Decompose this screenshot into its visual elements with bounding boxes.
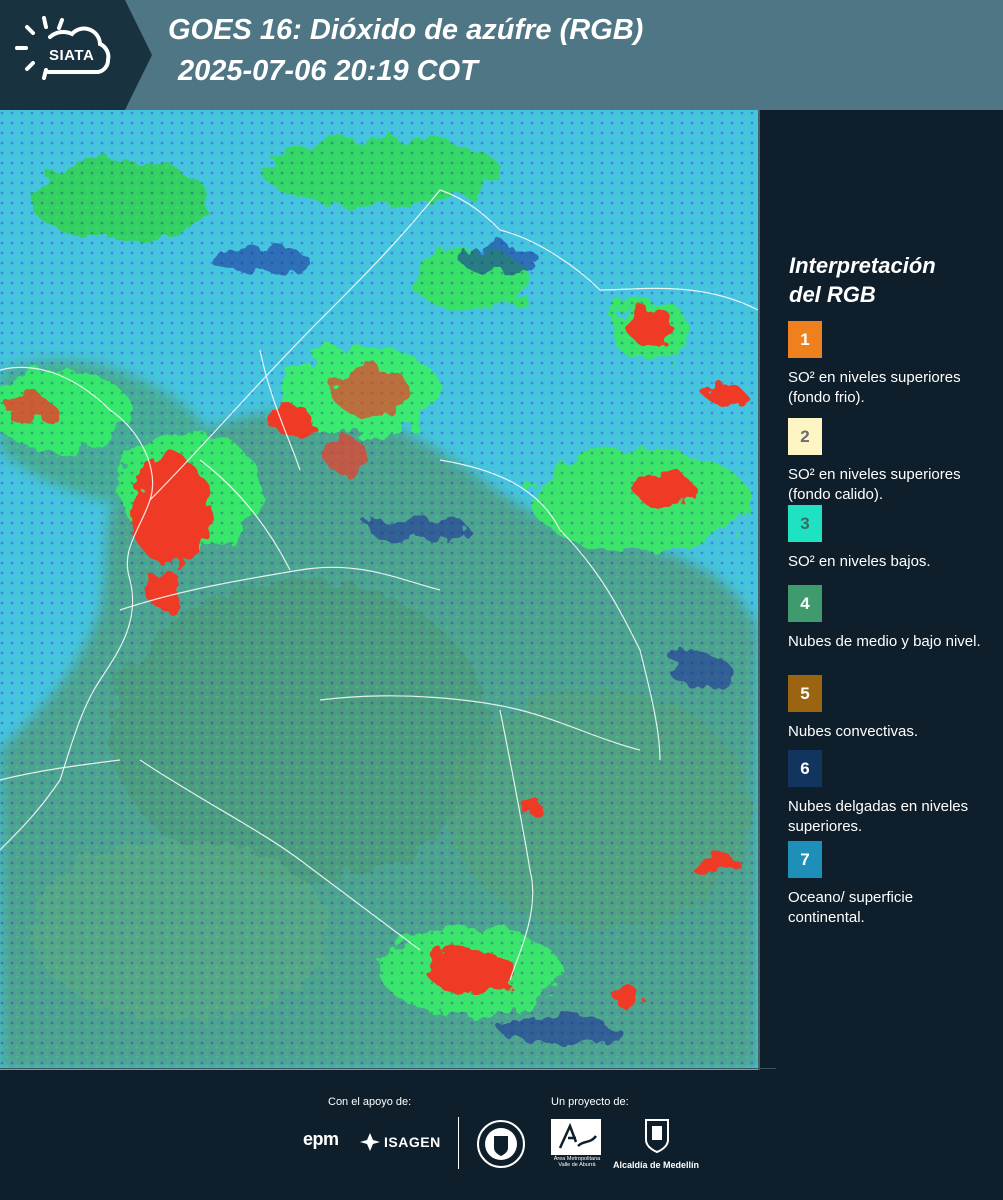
legend-title: Interpretación del RGB [789, 252, 989, 309]
legend-label-1: SO² en niveles superiores (fondo frio). [788, 369, 961, 406]
legend-label-2: SO² en niveles superiores (fondo calido)… [788, 466, 961, 503]
legend-label-7: Oceano/ superficie continental. [788, 889, 914, 926]
map-divider [758, 110, 760, 1070]
epm-logo: epm [303, 1129, 339, 1149]
legend-swatch-6: 6 [788, 750, 822, 787]
legend-item-3: 3 SO² en niveles bajos. [788, 505, 988, 572]
legend-label-5: Nubes convectivas. [788, 723, 919, 740]
legend-swatch-2: 2 [788, 418, 822, 455]
satellite-map [0, 110, 758, 1070]
legend-item-5: 5 Nubes convectivas. [788, 675, 988, 742]
footer-divider [0, 1068, 776, 1069]
rgb-satellite-image [0, 110, 758, 1070]
footer-separator [458, 1117, 459, 1169]
legend-item-7: 7 Oceano/ superficie continental. [788, 841, 988, 928]
area-metropolitana-name: Área Metropolitana Valle de Aburrá [553, 1156, 601, 1169]
siata-logo: SIATA [0, 0, 152, 110]
legend-title-line1: Interpretación [789, 253, 936, 278]
legend-swatch-1: 1 [788, 321, 822, 358]
isagen-mark-icon [360, 1133, 380, 1151]
legend-item-4: 4 Nubes de medio y bajo nivel. [788, 585, 988, 652]
legend-swatch-3: 3 [788, 505, 822, 542]
legend-label-6: Nubes delgadas en niveles superiores. [788, 798, 969, 835]
legend-item-2: 2 SO² en niveles superiores (fondo calid… [788, 418, 988, 505]
timestamp: 2025-07-06 20:19 COT [178, 55, 478, 87]
legend-label-4: Nubes de medio y bajo nivel. [788, 633, 981, 650]
isagen-logo: ISAGEN [384, 1134, 441, 1150]
legend-item-6: 6 Nubes delgadas en niveles superiores. [788, 750, 988, 837]
seal-icon [477, 1120, 525, 1168]
legend-title-line2: del RGB [789, 281, 876, 307]
legend-swatch-4: 4 [788, 585, 822, 622]
project-label: Un proyecto de: [551, 1096, 629, 1108]
logo-text: SIATA [49, 47, 95, 64]
legend-label-3: SO² en niveles bajos. [788, 553, 931, 570]
legend-swatch-7: 7 [788, 841, 822, 878]
legend-swatch-5: 5 [788, 675, 822, 712]
medellin-shield-icon [645, 1119, 669, 1154]
alcaldia-medellin-name: Alcaldía de Medellín [612, 1160, 700, 1170]
legend-item-1: 1 SO² en niveles superiores (fondo frio)… [788, 321, 988, 408]
support-label: Con el apoyo de: [328, 1096, 412, 1108]
page-title: GOES 16: Dióxido de azúfre (RGB) [168, 14, 644, 46]
